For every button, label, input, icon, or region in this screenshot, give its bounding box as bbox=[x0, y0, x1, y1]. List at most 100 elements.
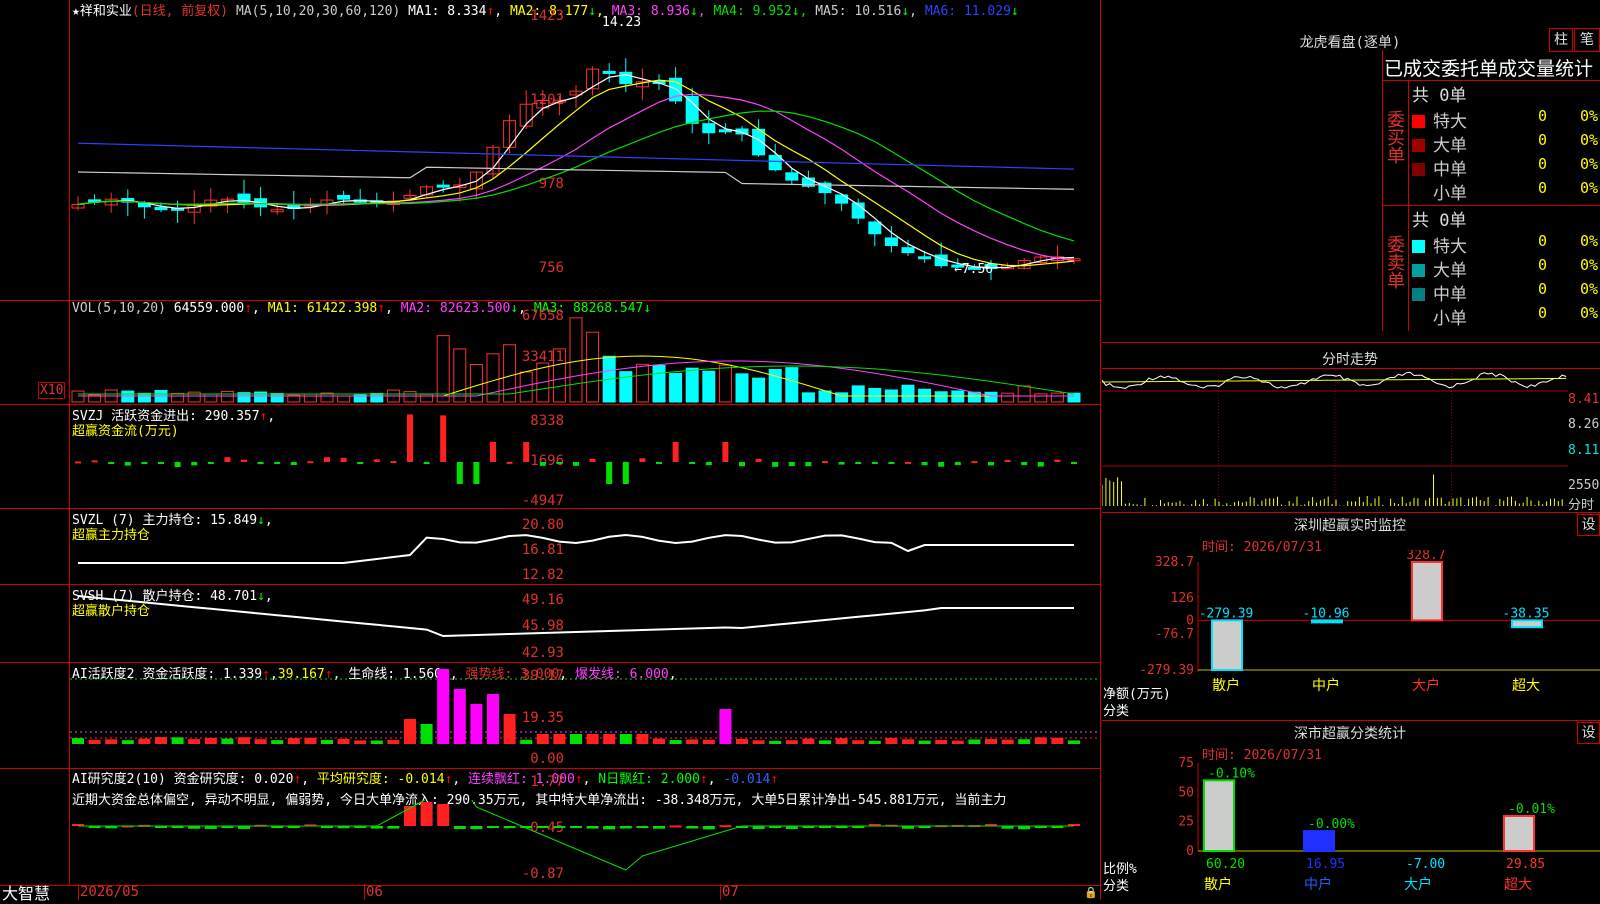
activity-bar bbox=[337, 738, 350, 744]
flow-bar bbox=[456, 462, 463, 484]
research-bar bbox=[453, 826, 466, 830]
ma6-label: MA6: 11.029↓ bbox=[924, 4, 1019, 19]
volume-bar bbox=[204, 393, 218, 403]
flow-bar bbox=[539, 462, 546, 466]
classify-bar-label: -0.01% bbox=[1508, 802, 1555, 817]
volume-bar bbox=[685, 367, 699, 403]
flow-bar bbox=[390, 461, 397, 464]
research-line bbox=[78, 800, 1074, 871]
lhb-tick-button[interactable]: 笔 bbox=[1574, 28, 1600, 52]
flow-bar bbox=[324, 457, 330, 462]
volume-bar bbox=[420, 393, 434, 403]
volume-bar bbox=[818, 390, 832, 403]
activity-bar bbox=[669, 740, 682, 744]
flow-bar bbox=[423, 462, 430, 464]
ai2-ytick: 1.77 bbox=[530, 774, 564, 790]
flow-bar bbox=[805, 462, 812, 467]
classify-bar-label: -0.00% bbox=[1308, 817, 1355, 832]
sell-row-s: 小单 0 0% bbox=[1412, 304, 1600, 329]
research-bar bbox=[719, 825, 732, 828]
fenshi-svg[interactable] bbox=[1102, 370, 1568, 510]
x-label-may: 2026/05 bbox=[80, 884, 140, 900]
activity-bar bbox=[287, 738, 300, 744]
activity-bar bbox=[835, 738, 848, 744]
volume-bar bbox=[171, 392, 185, 403]
classify-ytick: 75 bbox=[1178, 756, 1194, 771]
flow-bar bbox=[788, 462, 795, 467]
activity-bar bbox=[619, 734, 632, 744]
classify-chart-svg: 75 50 25 0 -0.10% 60.20 散户 -0.00% 16.95 中户 -7.00 大户… bbox=[1178, 756, 1600, 893]
flow-bar bbox=[705, 462, 712, 466]
lock-icon[interactable]: 🔒 bbox=[1084, 886, 1098, 899]
flow-bar bbox=[473, 462, 480, 484]
classify-settings-button[interactable]: 设 bbox=[1577, 722, 1600, 744]
flow-bar bbox=[938, 462, 945, 467]
monitor-settings-button[interactable]: 设 bbox=[1577, 514, 1600, 536]
period-label: (日线, 前复权) bbox=[131, 4, 229, 19]
svzj-svg bbox=[75, 414, 1077, 484]
activity-bar bbox=[736, 738, 748, 744]
flow-bar bbox=[606, 462, 613, 484]
monitor-ytick: 126 bbox=[1171, 591, 1194, 606]
monitor-bar bbox=[1511, 619, 1543, 629]
research-bar bbox=[570, 826, 582, 828]
activity-bar bbox=[769, 740, 782, 744]
activity-bar bbox=[105, 739, 118, 744]
ai1-svg bbox=[70, 669, 1100, 744]
flow-bar bbox=[988, 462, 994, 466]
research-bar bbox=[653, 826, 665, 829]
monitor-bar bbox=[1211, 619, 1243, 672]
candle-body bbox=[685, 95, 699, 124]
candle-body bbox=[918, 256, 932, 260]
monitor-category-label: 中户 bbox=[1312, 677, 1340, 694]
research-bar bbox=[437, 804, 450, 826]
ma5-label: MA5: 10.516↓, bbox=[815, 4, 917, 19]
flow-bar bbox=[573, 462, 579, 466]
volume-bar bbox=[137, 392, 151, 403]
monitor-bar-label: 328.7 bbox=[1406, 550, 1445, 563]
x-label-jun: 06 bbox=[366, 884, 383, 900]
activity-bar bbox=[885, 738, 898, 744]
volume-bar bbox=[768, 368, 782, 403]
volume-bar bbox=[1017, 385, 1031, 403]
candle-body bbox=[436, 184, 450, 188]
ai2-header: AI研究度2(10) 资金研究度: 0.020↑, 平均研究度: -0.014↑… bbox=[72, 772, 779, 787]
flow-bar bbox=[855, 462, 862, 464]
flow-bar bbox=[274, 462, 281, 464]
volume-bar bbox=[1050, 392, 1064, 403]
activity-bar bbox=[586, 734, 599, 744]
classify-xlabel: 分类 bbox=[1103, 879, 1130, 894]
activity-bar bbox=[254, 739, 267, 744]
activity-bar bbox=[819, 740, 831, 744]
buy-l-swatch bbox=[1412, 139, 1425, 152]
sell-row-m: 中单 0 0% bbox=[1412, 280, 1600, 305]
monitor-ytick: -279.39 bbox=[1139, 663, 1194, 678]
research-bar bbox=[404, 806, 416, 826]
volume-bar bbox=[934, 391, 948, 403]
flow-bar bbox=[822, 461, 828, 464]
monitor-ytick: 328.7 bbox=[1155, 555, 1194, 570]
activity-bar bbox=[1018, 739, 1031, 744]
research-bar bbox=[686, 826, 699, 829]
buy-row-m: 中单 0 0% bbox=[1412, 155, 1600, 180]
buy-s-swatch bbox=[1412, 187, 1425, 200]
monitor-category-label: 大户 bbox=[1412, 677, 1440, 694]
fenshi-vol-tick: 2550 bbox=[1568, 478, 1600, 493]
monitor-title: 深圳超赢实时监控 bbox=[1294, 518, 1406, 534]
candle-body bbox=[337, 194, 351, 200]
buy-xl-swatch bbox=[1412, 115, 1425, 128]
activity-bar bbox=[951, 740, 964, 744]
activity-bar bbox=[171, 737, 184, 744]
ma1-label: MA1: 8.334↑, bbox=[408, 4, 503, 19]
candle-body bbox=[901, 247, 915, 254]
candle-body bbox=[868, 221, 882, 235]
research-bar bbox=[669, 825, 682, 828]
volume-bar bbox=[702, 370, 716, 403]
volume-bar bbox=[270, 392, 284, 403]
activity-bar bbox=[719, 709, 732, 744]
activity-bar bbox=[453, 689, 466, 744]
volume-bar bbox=[436, 335, 450, 403]
lhb-bar-button[interactable]: 柱 bbox=[1549, 28, 1573, 52]
classify-value-label: -7.00 bbox=[1406, 857, 1445, 872]
volume-bar bbox=[851, 385, 865, 403]
